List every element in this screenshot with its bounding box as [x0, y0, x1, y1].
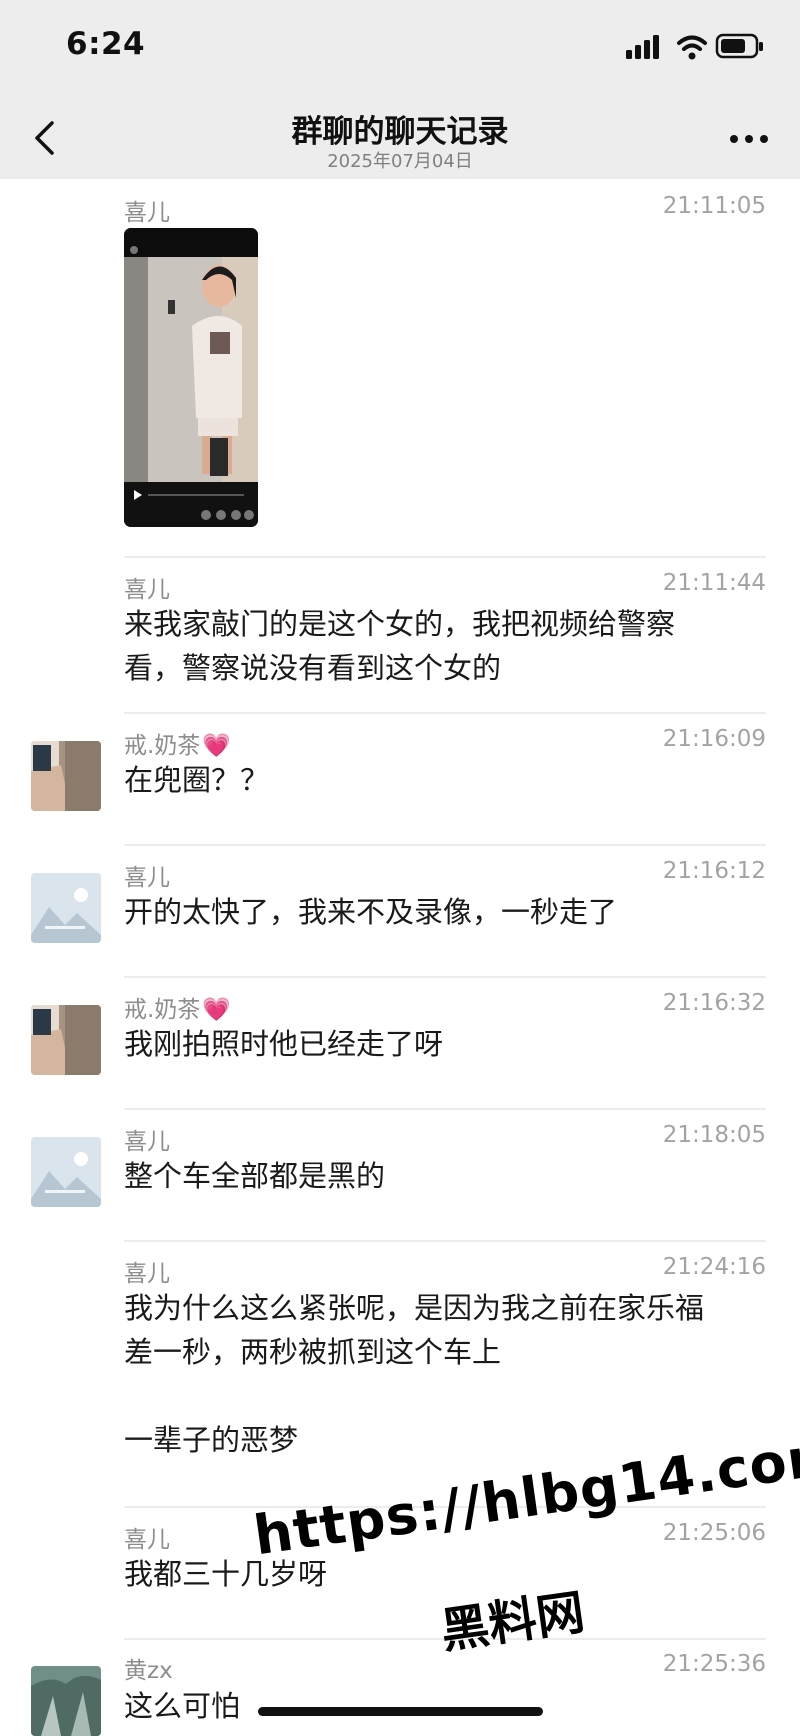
- avatar[interactable]: [31, 1666, 101, 1736]
- sender-name: 戒.奶茶💗: [124, 733, 231, 759]
- message-text: 开的太快了，我来不及录像，一秒走了: [124, 895, 618, 929]
- message-time: 21:16:12: [662, 858, 766, 884]
- message-time: 21:11:05: [662, 193, 766, 219]
- message-text: 我刚拍照时他已经走了呀: [124, 1027, 444, 1061]
- divider: [124, 556, 766, 558]
- message-time: 21:16:32: [662, 990, 766, 1016]
- message-time: 21:11:44: [662, 570, 766, 596]
- avatar[interactable]: [31, 1005, 101, 1075]
- avatar[interactable]: [31, 1137, 101, 1207]
- status-icons: [626, 33, 763, 60]
- message-text: 我为什么这么紧张呢，是因为我之前在家乐福 差一秒，两秒被抓到这个车上 一辈子的恶…: [124, 1291, 705, 1457]
- message-time: 21:24:16: [662, 1254, 766, 1280]
- message-time: 21:18:05: [662, 1122, 766, 1148]
- sender-name: 喜儿: [124, 200, 170, 226]
- divider: [124, 712, 766, 714]
- message-text: 在兜圈？？: [124, 763, 270, 797]
- battery-icon: [715, 33, 763, 59]
- more-icon: [730, 135, 768, 143]
- more-button[interactable]: [724, 122, 774, 156]
- status-time: 6:24: [66, 26, 146, 62]
- sender-name: 黄zx: [124, 1658, 173, 1684]
- signal-icon: [626, 35, 659, 59]
- sender-name: 喜儿: [124, 577, 170, 603]
- nav-bar: 群聊的聊天记录 2025年07月04日: [0, 96, 800, 179]
- sender-name: 喜儿: [124, 1129, 170, 1155]
- message-time: 21:25:06: [662, 1520, 766, 1546]
- avatar-photo: [31, 1005, 101, 1075]
- sender-name: 喜儿: [124, 1527, 170, 1553]
- video-thumbnail[interactable]: [124, 228, 258, 527]
- message-time: 21:16:09: [662, 726, 766, 752]
- avatar-photo: [31, 741, 101, 811]
- heart-emoji: 💗: [202, 997, 231, 1023]
- divider: [124, 844, 766, 846]
- message-time: 21:25:36: [662, 1651, 766, 1677]
- status-bar: 6:24: [0, 0, 800, 96]
- page-title: 群聊的聊天记录: [291, 114, 509, 150]
- heart-emoji: 💗: [202, 733, 231, 759]
- divider: [124, 1240, 766, 1242]
- avatar-placeholder: [31, 873, 101, 943]
- wifi-icon: [677, 35, 707, 60]
- home-indicator[interactable]: [258, 1707, 543, 1716]
- sender-name: 喜儿: [124, 1261, 170, 1287]
- avatar-placeholder: [31, 1137, 101, 1207]
- sender-name: 喜儿: [124, 865, 170, 891]
- message-text: 来我家敲门的是这个女的，我把视频给警察 看，警察说没有看到这个女的: [124, 607, 676, 685]
- message-text: 我都三十几岁呀: [124, 1557, 328, 1591]
- message-text: 这么可怕: [124, 1689, 241, 1723]
- avatar[interactable]: [31, 873, 101, 943]
- sender-name: 戒.奶茶💗: [124, 997, 231, 1023]
- avatar[interactable]: [31, 741, 101, 811]
- message-text: 整个车全部都是黑的: [124, 1159, 386, 1193]
- divider: [124, 1108, 766, 1110]
- page-subtitle: 2025年07月04日: [327, 151, 473, 172]
- video-frame: [124, 228, 258, 527]
- avatar-photo: [31, 1666, 101, 1736]
- divider: [124, 976, 766, 978]
